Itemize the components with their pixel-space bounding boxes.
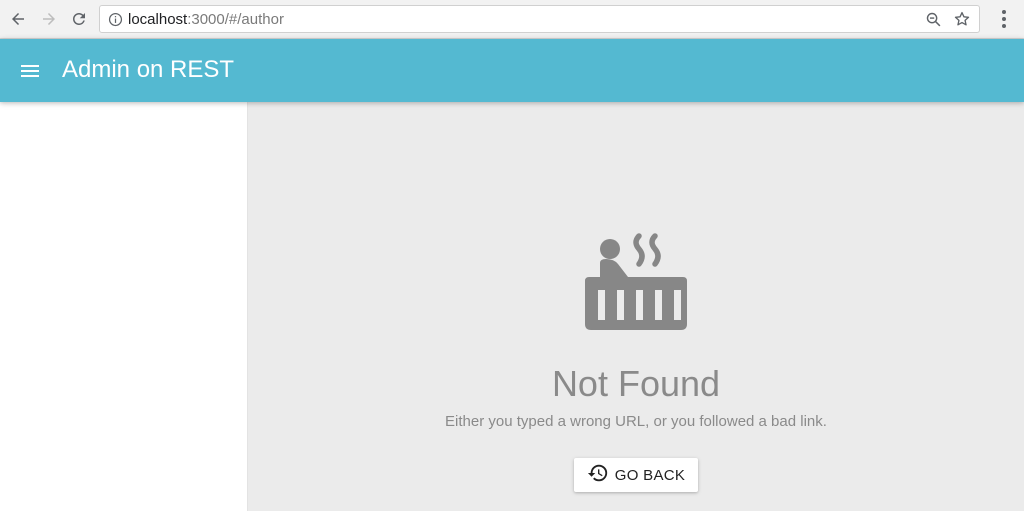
browser-toolbar: localhost:3000/#/author [0, 0, 1024, 39]
info-icon[interactable] [108, 12, 123, 32]
hamburger-icon[interactable] [18, 59, 42, 83]
url-path: :3000/#/author [187, 11, 284, 28]
forward-arrow-icon[interactable] [37, 7, 61, 31]
app-bar: Admin on REST [0, 39, 1024, 102]
not-found-message: Either you typed a wrong URL, or you fol… [445, 413, 827, 430]
url-host: localhost [128, 11, 188, 28]
zoom-icon[interactable] [925, 11, 942, 33]
main-content: Not Found Either you typed a wrong URL, … [248, 102, 1024, 511]
star-icon[interactable] [953, 10, 971, 33]
go-back-label: GO BACK [614, 466, 686, 484]
hot-tub-icon [584, 232, 688, 337]
go-back-button[interactable]: GO BACK [574, 458, 698, 492]
address-bar[interactable]: localhost:3000/#/author [99, 5, 980, 33]
sidebar [0, 102, 248, 511]
menu-dots-icon[interactable] [996, 8, 1012, 35]
not-found-title: Not Found [551, 363, 721, 404]
back-arrow-icon[interactable] [6, 7, 30, 31]
url-text[interactable]: localhost:3000/#/author [128, 11, 284, 28]
app-title: Admin on REST [62, 56, 235, 83]
reload-icon[interactable] [67, 7, 91, 31]
history-icon [587, 462, 609, 489]
